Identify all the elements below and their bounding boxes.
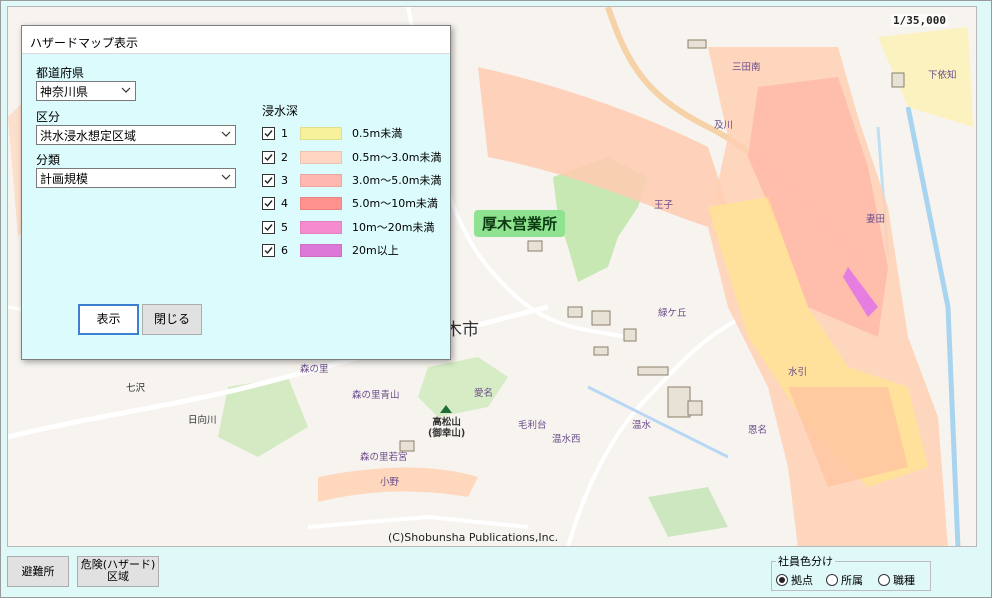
category-label: 区分 (36, 110, 61, 124)
legend-swatch (300, 173, 342, 187)
place-label: 及川 (714, 120, 734, 131)
legend-text: 20m以上 (352, 244, 399, 257)
place-label: 森の里 (300, 364, 329, 375)
legend-checkbox[interactable] (262, 173, 275, 187)
radio-base[interactable]: 拠点 (776, 572, 813, 588)
dialog-title: ハザードマップ表示 (22, 26, 450, 54)
legend-number: 1 (281, 126, 288, 140)
map-copyright: (C)Shobunsha Publications,Inc. (388, 531, 559, 544)
legend-number: 3 (281, 173, 288, 187)
place-label: 温水西 (552, 434, 581, 445)
employee-color-group-title: 社員色分け (776, 553, 835, 569)
app-window: 1/35,000 厚木営業所 木市 三田南 下依知 及川 王子 妻田 緑ケ丘 森… (0, 0, 992, 598)
legend-text: 0.5m～3.0m未満 (352, 151, 442, 164)
place-label: 温水 (632, 420, 652, 431)
legend-checkbox[interactable] (262, 126, 275, 140)
place-label: 愛名 (474, 388, 494, 399)
prefecture-select[interactable]: 神奈川県 (36, 81, 136, 101)
legend-number: 2 (281, 150, 288, 164)
class-value: 計画規模 (40, 172, 89, 186)
radio-affiliation[interactable]: 所属 (826, 572, 863, 588)
office-marker[interactable]: 厚木営業所 (474, 210, 566, 237)
show-button[interactable]: 表示 (78, 304, 139, 335)
radio-label: 職種 (893, 574, 915, 587)
checkmark-icon (264, 129, 273, 137)
place-label: 日向川 (188, 415, 217, 426)
legend-swatch (300, 220, 342, 234)
radio-label: 拠点 (791, 574, 813, 587)
legend-row: 3 3.0m～5.0m未満 (262, 172, 441, 188)
legend-swatch (300, 126, 342, 140)
legend-text: 10m～20m未満 (352, 221, 435, 234)
place-label: 三田南 (732, 62, 761, 73)
legend-number: 4 (281, 196, 288, 210)
mountain-label: 高松山 (御幸山) (428, 417, 466, 439)
chevron-down-icon (121, 87, 131, 93)
legend-row: 1 0.5m未満 (262, 125, 402, 141)
legend-title: 浸水深 (262, 104, 299, 118)
checkmark-icon (264, 199, 273, 207)
radio-unselected-icon (826, 574, 838, 586)
legend-text: 3.0m～5.0m未満 (352, 174, 442, 187)
close-button[interactable]: 閉じる (142, 304, 202, 335)
checkmark-icon (264, 246, 273, 254)
map-scale: 1/35,000 (891, 14, 948, 27)
checkmark-icon (264, 153, 273, 161)
category-select[interactable]: 洪水浸水想定区域 (36, 125, 236, 145)
category-value: 洪水浸水想定区域 (40, 129, 137, 143)
legend-swatch (300, 150, 342, 164)
place-label: 緑ケ丘 (658, 308, 687, 319)
legend-checkbox[interactable] (262, 196, 275, 210)
radio-label: 所属 (841, 574, 863, 587)
place-label: 森の里若宮 (360, 452, 408, 463)
place-label: 下依知 (928, 70, 957, 81)
employee-color-group: 社員色分け 拠点 所属 職種 (771, 553, 931, 591)
legend-text: 0.5m未満 (352, 127, 403, 140)
legend-checkbox[interactable] (262, 150, 275, 164)
legend-checkbox[interactable] (262, 220, 275, 234)
prefecture-value: 神奈川県 (40, 85, 89, 99)
hazard-area-button-line2: 区域 (107, 570, 129, 583)
legend-row: 4 5.0m～10m未満 (262, 195, 438, 211)
legend-text: 5.0m～10m未満 (352, 197, 438, 210)
chevron-down-icon (221, 174, 231, 180)
hazard-map-dialog: ハザードマップ表示 都道府県 神奈川県 区分 洪水浸水想定区域 分類 計画規模 … (21, 25, 451, 360)
legend-number: 5 (281, 220, 288, 234)
hazard-area-button[interactable]: 危険(ハザード) 区域 (77, 556, 159, 587)
legend-row: 2 0.5m～3.0m未満 (262, 149, 441, 165)
place-label: 恩名 (748, 425, 768, 436)
legend-checkbox[interactable] (262, 243, 275, 257)
place-label: 森の里青山 (352, 390, 400, 401)
shelter-button[interactable]: 避難所 (7, 556, 69, 587)
legend-swatch (300, 243, 342, 257)
radio-selected-icon (776, 574, 788, 586)
checkmark-icon (264, 223, 273, 231)
legend-swatch (300, 196, 342, 210)
place-label: 妻田 (866, 214, 886, 225)
legend-row: 5 10m～20m未満 (262, 219, 434, 235)
place-label: 王子 (654, 200, 674, 211)
chevron-down-icon (221, 131, 231, 137)
legend-number: 6 (281, 243, 288, 257)
place-label: 水引 (788, 367, 808, 378)
legend-row: 6 20m以上 (262, 242, 399, 258)
class-select[interactable]: 計画規模 (36, 168, 236, 188)
place-label: 七沢 (126, 383, 146, 394)
class-label: 分類 (36, 153, 61, 167)
radio-job-type[interactable]: 職種 (878, 572, 915, 588)
place-label: 毛利台 (518, 420, 547, 431)
prefecture-label: 都道府県 (36, 66, 85, 80)
place-label: 小野 (380, 477, 400, 488)
checkmark-icon (264, 176, 273, 184)
radio-unselected-icon (878, 574, 890, 586)
